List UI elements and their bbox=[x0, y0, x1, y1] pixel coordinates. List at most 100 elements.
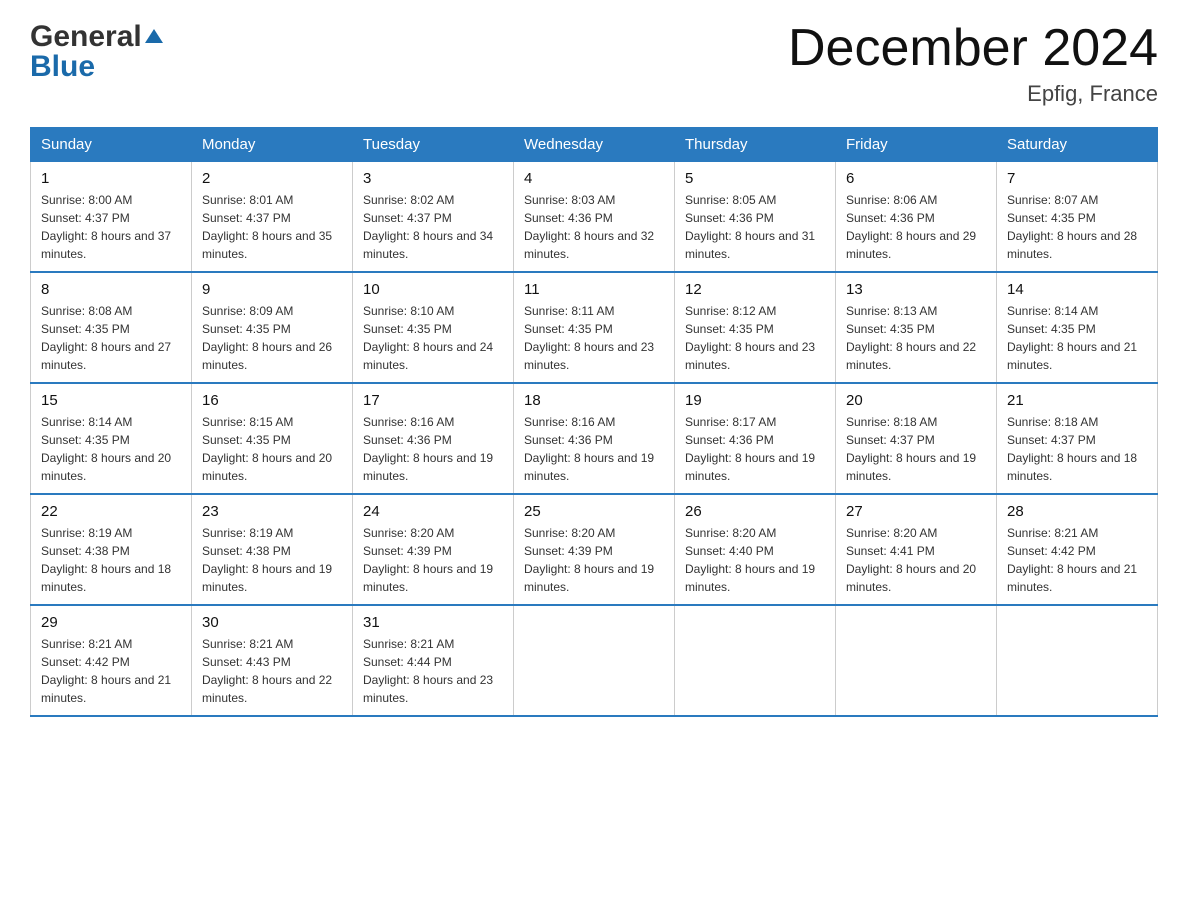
calendar-cell-w5-d3 bbox=[514, 605, 675, 716]
day-info: Sunrise: 8:19 AM Sunset: 4:38 PM Dayligh… bbox=[41, 524, 181, 596]
day-number: 9 bbox=[202, 281, 342, 298]
day-number: 3 bbox=[363, 170, 503, 187]
day-info: Sunrise: 8:20 AM Sunset: 4:41 PM Dayligh… bbox=[846, 524, 986, 596]
col-friday: Friday bbox=[836, 128, 997, 162]
day-number: 24 bbox=[363, 503, 503, 520]
calendar-cell-w2-d3: 11 Sunrise: 8:11 AM Sunset: 4:35 PM Dayl… bbox=[514, 272, 675, 383]
calendar-cell-w2-d1: 9 Sunrise: 8:09 AM Sunset: 4:35 PM Dayli… bbox=[192, 272, 353, 383]
calendar-cell-w1-d1: 2 Sunrise: 8:01 AM Sunset: 4:37 PM Dayli… bbox=[192, 162, 353, 273]
week-row-4: 22 Sunrise: 8:19 AM Sunset: 4:38 PM Dayl… bbox=[31, 494, 1158, 605]
day-number: 13 bbox=[846, 281, 986, 298]
day-info: Sunrise: 8:15 AM Sunset: 4:35 PM Dayligh… bbox=[202, 413, 342, 485]
calendar-cell-w2-d0: 8 Sunrise: 8:08 AM Sunset: 4:35 PM Dayli… bbox=[31, 272, 192, 383]
week-row-1: 1 Sunrise: 8:00 AM Sunset: 4:37 PM Dayli… bbox=[31, 162, 1158, 273]
calendar-cell-w2-d4: 12 Sunrise: 8:12 AM Sunset: 4:35 PM Dayl… bbox=[675, 272, 836, 383]
day-number: 23 bbox=[202, 503, 342, 520]
calendar-cell-w2-d2: 10 Sunrise: 8:10 AM Sunset: 4:35 PM Dayl… bbox=[353, 272, 514, 383]
calendar-body: 1 Sunrise: 8:00 AM Sunset: 4:37 PM Dayli… bbox=[31, 162, 1158, 717]
day-number: 31 bbox=[363, 614, 503, 631]
day-info: Sunrise: 8:02 AM Sunset: 4:37 PM Dayligh… bbox=[363, 191, 503, 263]
calendar-cell-w4-d3: 25 Sunrise: 8:20 AM Sunset: 4:39 PM Dayl… bbox=[514, 494, 675, 605]
calendar-cell-w3-d2: 17 Sunrise: 8:16 AM Sunset: 4:36 PM Dayl… bbox=[353, 383, 514, 494]
day-info: Sunrise: 8:21 AM Sunset: 4:43 PM Dayligh… bbox=[202, 635, 342, 707]
day-info: Sunrise: 8:20 AM Sunset: 4:39 PM Dayligh… bbox=[524, 524, 664, 596]
calendar-cell-w4-d1: 23 Sunrise: 8:19 AM Sunset: 4:38 PM Dayl… bbox=[192, 494, 353, 605]
day-number: 20 bbox=[846, 392, 986, 409]
day-info: Sunrise: 8:14 AM Sunset: 4:35 PM Dayligh… bbox=[41, 413, 181, 485]
day-number: 26 bbox=[685, 503, 825, 520]
calendar-title: December 2024 bbox=[788, 20, 1158, 77]
day-info: Sunrise: 8:17 AM Sunset: 4:36 PM Dayligh… bbox=[685, 413, 825, 485]
week-row-5: 29 Sunrise: 8:21 AM Sunset: 4:42 PM Dayl… bbox=[31, 605, 1158, 716]
logo-text-general: General bbox=[30, 20, 142, 54]
calendar-cell-w1-d2: 3 Sunrise: 8:02 AM Sunset: 4:37 PM Dayli… bbox=[353, 162, 514, 273]
title-area: December 2024 Epfig, France bbox=[788, 20, 1158, 107]
day-number: 28 bbox=[1007, 503, 1147, 520]
col-wednesday: Wednesday bbox=[514, 128, 675, 162]
calendar-cell-w4-d4: 26 Sunrise: 8:20 AM Sunset: 4:40 PM Dayl… bbox=[675, 494, 836, 605]
day-info: Sunrise: 8:10 AM Sunset: 4:35 PM Dayligh… bbox=[363, 302, 503, 374]
calendar-cell-w3-d4: 19 Sunrise: 8:17 AM Sunset: 4:36 PM Dayl… bbox=[675, 383, 836, 494]
day-number: 1 bbox=[41, 170, 181, 187]
calendar-cell-w4-d0: 22 Sunrise: 8:19 AM Sunset: 4:38 PM Dayl… bbox=[31, 494, 192, 605]
col-monday: Monday bbox=[192, 128, 353, 162]
calendar-subtitle: Epfig, France bbox=[788, 81, 1158, 107]
day-info: Sunrise: 8:08 AM Sunset: 4:35 PM Dayligh… bbox=[41, 302, 181, 374]
day-info: Sunrise: 8:03 AM Sunset: 4:36 PM Dayligh… bbox=[524, 191, 664, 263]
day-info: Sunrise: 8:12 AM Sunset: 4:35 PM Dayligh… bbox=[685, 302, 825, 374]
day-number: 11 bbox=[524, 281, 664, 298]
header-row: Sunday Monday Tuesday Wednesday Thursday… bbox=[31, 128, 1158, 162]
day-info: Sunrise: 8:11 AM Sunset: 4:35 PM Dayligh… bbox=[524, 302, 664, 374]
calendar-cell-w1-d5: 6 Sunrise: 8:06 AM Sunset: 4:36 PM Dayli… bbox=[836, 162, 997, 273]
logo-text-blue: Blue bbox=[30, 50, 95, 84]
calendar-cell-w5-d0: 29 Sunrise: 8:21 AM Sunset: 4:42 PM Dayl… bbox=[31, 605, 192, 716]
day-info: Sunrise: 8:05 AM Sunset: 4:36 PM Dayligh… bbox=[685, 191, 825, 263]
day-info: Sunrise: 8:09 AM Sunset: 4:35 PM Dayligh… bbox=[202, 302, 342, 374]
day-info: Sunrise: 8:00 AM Sunset: 4:37 PM Dayligh… bbox=[41, 191, 181, 263]
day-info: Sunrise: 8:14 AM Sunset: 4:35 PM Dayligh… bbox=[1007, 302, 1147, 374]
day-info: Sunrise: 8:16 AM Sunset: 4:36 PM Dayligh… bbox=[363, 413, 503, 485]
col-sunday: Sunday bbox=[31, 128, 192, 162]
day-number: 5 bbox=[685, 170, 825, 187]
day-number: 18 bbox=[524, 392, 664, 409]
day-info: Sunrise: 8:20 AM Sunset: 4:40 PM Dayligh… bbox=[685, 524, 825, 596]
day-number: 2 bbox=[202, 170, 342, 187]
day-number: 30 bbox=[202, 614, 342, 631]
calendar-cell-w3-d0: 15 Sunrise: 8:14 AM Sunset: 4:35 PM Dayl… bbox=[31, 383, 192, 494]
week-row-2: 8 Sunrise: 8:08 AM Sunset: 4:35 PM Dayli… bbox=[31, 272, 1158, 383]
col-tuesday: Tuesday bbox=[353, 128, 514, 162]
calendar-cell-w1-d0: 1 Sunrise: 8:00 AM Sunset: 4:37 PM Dayli… bbox=[31, 162, 192, 273]
day-number: 15 bbox=[41, 392, 181, 409]
calendar-cell-w5-d6 bbox=[997, 605, 1158, 716]
calendar-cell-w5-d2: 31 Sunrise: 8:21 AM Sunset: 4:44 PM Dayl… bbox=[353, 605, 514, 716]
col-thursday: Thursday bbox=[675, 128, 836, 162]
day-number: 12 bbox=[685, 281, 825, 298]
calendar-table: Sunday Monday Tuesday Wednesday Thursday… bbox=[30, 127, 1158, 717]
calendar-cell-w5-d5 bbox=[836, 605, 997, 716]
day-number: 22 bbox=[41, 503, 181, 520]
day-number: 27 bbox=[846, 503, 986, 520]
calendar-cell-w1-d6: 7 Sunrise: 8:07 AM Sunset: 4:35 PM Dayli… bbox=[997, 162, 1158, 273]
day-info: Sunrise: 8:21 AM Sunset: 4:42 PM Dayligh… bbox=[41, 635, 181, 707]
day-number: 14 bbox=[1007, 281, 1147, 298]
page-header: General Blue December 2024 Epfig, France bbox=[30, 20, 1158, 107]
day-number: 21 bbox=[1007, 392, 1147, 409]
day-number: 19 bbox=[685, 392, 825, 409]
day-info: Sunrise: 8:21 AM Sunset: 4:42 PM Dayligh… bbox=[1007, 524, 1147, 596]
day-info: Sunrise: 8:01 AM Sunset: 4:37 PM Dayligh… bbox=[202, 191, 342, 263]
calendar-cell-w2-d6: 14 Sunrise: 8:14 AM Sunset: 4:35 PM Dayl… bbox=[997, 272, 1158, 383]
calendar-cell-w4-d5: 27 Sunrise: 8:20 AM Sunset: 4:41 PM Dayl… bbox=[836, 494, 997, 605]
calendar-cell-w4-d2: 24 Sunrise: 8:20 AM Sunset: 4:39 PM Dayl… bbox=[353, 494, 514, 605]
calendar-cell-w1-d4: 5 Sunrise: 8:05 AM Sunset: 4:36 PM Dayli… bbox=[675, 162, 836, 273]
day-number: 25 bbox=[524, 503, 664, 520]
calendar-cell-w3-d6: 21 Sunrise: 8:18 AM Sunset: 4:37 PM Dayl… bbox=[997, 383, 1158, 494]
day-info: Sunrise: 8:18 AM Sunset: 4:37 PM Dayligh… bbox=[846, 413, 986, 485]
day-info: Sunrise: 8:16 AM Sunset: 4:36 PM Dayligh… bbox=[524, 413, 664, 485]
calendar-cell-w4-d6: 28 Sunrise: 8:21 AM Sunset: 4:42 PM Dayl… bbox=[997, 494, 1158, 605]
week-row-3: 15 Sunrise: 8:14 AM Sunset: 4:35 PM Dayl… bbox=[31, 383, 1158, 494]
calendar-cell-w3-d3: 18 Sunrise: 8:16 AM Sunset: 4:36 PM Dayl… bbox=[514, 383, 675, 494]
calendar-cell-w1-d3: 4 Sunrise: 8:03 AM Sunset: 4:36 PM Dayli… bbox=[514, 162, 675, 273]
day-info: Sunrise: 8:18 AM Sunset: 4:37 PM Dayligh… bbox=[1007, 413, 1147, 485]
day-number: 10 bbox=[363, 281, 503, 298]
day-info: Sunrise: 8:07 AM Sunset: 4:35 PM Dayligh… bbox=[1007, 191, 1147, 263]
